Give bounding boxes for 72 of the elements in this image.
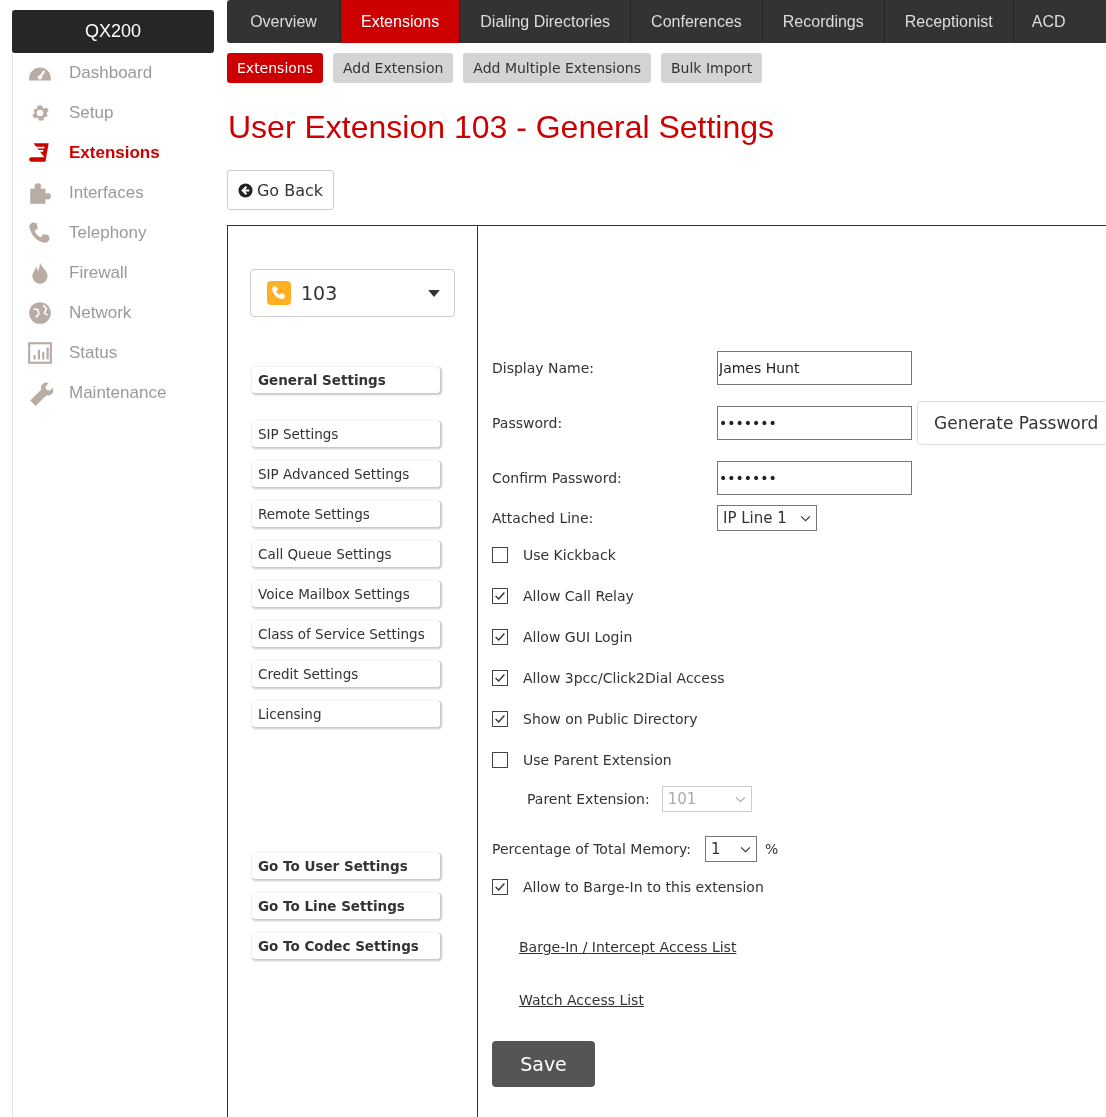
nav-tab[interactable]: Receptionist	[884, 0, 1014, 43]
field-label: Attached Line:	[492, 510, 595, 526]
checkbox-label: Use Kickback	[523, 547, 616, 563]
checkbox-label: Allow 3pcc/Click2Dial Access	[523, 670, 725, 686]
extension-select[interactable]: 103	[250, 269, 455, 317]
sub-tab[interactable]: Extensions	[227, 53, 324, 83]
wrench-icon	[27, 380, 53, 406]
sub-tab[interactable]: Bulk Import	[660, 53, 763, 83]
checkmark-icon	[493, 880, 507, 894]
field-label: Display Name:	[492, 360, 596, 376]
field-label: Password:	[492, 415, 564, 431]
field-label: Confirm Password:	[492, 470, 623, 486]
nav-tab[interactable]: Conferences	[631, 0, 763, 43]
checkmark-icon	[493, 671, 507, 685]
puzzle-icon	[27, 180, 53, 206]
goto-button[interactable]: Go To Codec Settings	[252, 933, 440, 959]
sub-tab[interactable]: Add Multiple Extensions	[463, 53, 651, 83]
settings-menu-button[interactable]: General Settings	[252, 367, 440, 393]
nav-tab[interactable]: Dialing Directories	[460, 0, 632, 43]
checkbox-label: Allow Call Relay	[523, 588, 634, 604]
checkmark-icon	[493, 589, 507, 603]
chevron-icon	[739, 845, 751, 853]
checkbox[interactable]	[492, 629, 508, 645]
sub-tab[interactable]: Add Extension	[333, 53, 454, 83]
checkbox[interactable]	[492, 711, 508, 727]
checkbox-label: Allow to Barge-In to this extension	[523, 879, 764, 895]
field-label: Percentage of Total Memory:	[492, 841, 691, 857]
field-label: Parent Extension:	[527, 791, 650, 807]
memory-select[interactable]: 1	[704, 836, 757, 862]
caret-icon	[428, 289, 440, 297]
input-field[interactable]: James Hunt	[717, 351, 912, 385]
checkbox-label: Show on Public Directory	[523, 711, 698, 727]
checkbox-label: Use Parent Extension	[523, 752, 672, 768]
settings-menu-button[interactable]: Call Queue Settings	[252, 541, 440, 567]
settings-menu-button[interactable]: Credit Settings	[252, 661, 440, 687]
settings-menu-button[interactable]: Class of Service Settings	[252, 621, 440, 647]
bar-chart-icon	[27, 340, 53, 366]
access-list-link[interactable]: Watch Access List	[519, 992, 644, 1008]
brand-header: QX200	[12, 10, 214, 53]
settings-menu-button[interactable]: Remote Settings	[252, 501, 440, 527]
generate-password-button[interactable]: Generate Password	[917, 401, 1106, 445]
settings-menu-button[interactable]: SIP Advanced Settings	[252, 461, 440, 487]
nav-tab[interactable]: Recordings	[762, 0, 885, 43]
checkbox[interactable]	[492, 879, 508, 895]
settings-menu-button[interactable]: Voice Mailbox Settings	[252, 581, 440, 607]
settings-menu-button[interactable]: SIP Settings	[252, 421, 440, 447]
back-button[interactable]: Go Back	[227, 170, 334, 210]
goto-button[interactable]: Go To Line Settings	[252, 893, 440, 919]
checkbox[interactable]	[492, 588, 508, 604]
checkbox[interactable]	[492, 670, 508, 686]
globe-icon	[27, 300, 53, 326]
access-list-link[interactable]: Barge-In / Intercept Access List	[519, 939, 737, 955]
line-select[interactable]: IP Line 1	[717, 505, 817, 531]
goto-button[interactable]: Go To User Settings	[252, 853, 440, 879]
settings-menu-button[interactable]: Licensing	[252, 701, 440, 727]
checkmark-icon	[493, 712, 507, 726]
checkbox[interactable]	[492, 547, 508, 563]
sidebar-item[interactable]: Extensions	[13, 133, 214, 173]
input-field[interactable]: •••••••	[717, 406, 912, 440]
nav-tab[interactable]: Extensions	[341, 0, 461, 43]
phone-icon	[267, 281, 291, 305]
percent-sign: %	[764, 841, 779, 857]
chevron-icon	[800, 514, 811, 522]
nav-tab[interactable]: ACD	[1013, 0, 1078, 43]
checkmark-icon	[493, 630, 507, 644]
input-field[interactable]: •••••••	[717, 461, 912, 495]
checkbox-label: Allow GUI Login	[523, 629, 633, 645]
page-title: User Extension 103 - General Settings	[228, 109, 776, 145]
checkbox[interactable]	[492, 752, 508, 768]
phone-icon	[27, 220, 53, 246]
chevron-icon	[734, 795, 746, 803]
save-button[interactable]: Save	[492, 1041, 595, 1087]
